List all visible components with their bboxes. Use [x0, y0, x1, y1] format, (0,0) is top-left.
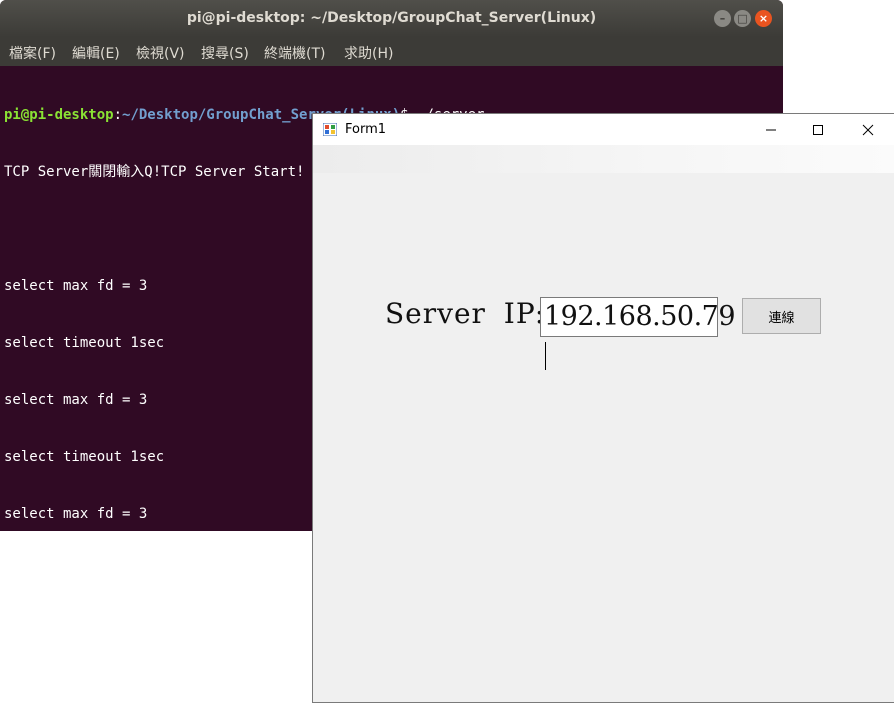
- form-minimize-button[interactable]: [748, 114, 794, 145]
- maximize-icon: [813, 124, 823, 135]
- server-ip-text: 192.168.50.79: [544, 301, 736, 332]
- close-icon: [862, 124, 874, 135]
- terminal-maximize-button[interactable]: □: [734, 10, 751, 27]
- menu-item-terminal[interactable]: 終端機(T): [264, 43, 325, 63]
- form-caption: Form1: [345, 122, 387, 137]
- terminal-menubar: 檔案(F) 編輯(E) 檢視(V) 搜尋(S) 終端機(T) 求助(H): [0, 37, 783, 66]
- form1-window[interactable]: Form1 Server IP: 192.168.50.79 連線: [312, 113, 894, 703]
- menu-item-view[interactable]: 檢視(V): [136, 43, 185, 63]
- form-maximize-button[interactable]: [795, 114, 841, 145]
- server-ip-value: 192.168.50.79: [544, 298, 736, 374]
- server-ip-label: Server IP:: [385, 297, 546, 330]
- terminal-minimize-button[interactable]: –: [714, 10, 731, 27]
- prompt-separator: :: [113, 107, 123, 123]
- form-close-button[interactable]: [845, 114, 891, 145]
- prompt-user: pi@pi-desktop: [4, 107, 114, 123]
- menu-item-edit[interactable]: 編輯(E): [72, 43, 120, 63]
- menu-item-file[interactable]: 檔案(F): [9, 43, 56, 63]
- form-header-band: [313, 145, 894, 173]
- terminal-close-button[interactable]: ×: [755, 10, 772, 27]
- server-ip-input[interactable]: 192.168.50.79: [540, 297, 736, 370]
- text-caret: [545, 341, 546, 370]
- menu-item-search[interactable]: 搜尋(S): [201, 43, 249, 63]
- menu-item-help[interactable]: 求助(H): [344, 43, 393, 63]
- form-app-icon: [323, 123, 337, 136]
- terminal-title: pi@pi-desktop: ~/Desktop/GroupChat_Serve…: [186, 10, 597, 26]
- form-titlebar[interactable]: Form1: [313, 114, 894, 145]
- minimize-icon: [766, 129, 776, 130]
- connect-button[interactable]: 連線: [742, 298, 821, 334]
- terminal-titlebar[interactable]: pi@pi-desktop: ~/Desktop/GroupChat_Serve…: [0, 0, 783, 37]
